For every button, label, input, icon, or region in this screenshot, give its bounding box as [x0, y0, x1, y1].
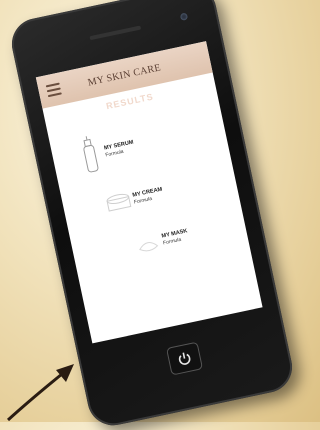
camera-icon	[179, 12, 189, 21]
mask-icon	[129, 221, 166, 264]
arrow-icon	[6, 364, 74, 422]
result-item-serum[interactable]: MY SERUM Formula	[71, 127, 138, 177]
power-icon[interactable]	[165, 341, 204, 376]
phone-speaker	[89, 25, 142, 41]
serum-bottle-icon	[71, 133, 108, 176]
result-item-cream[interactable]: MY CREAM Formula	[100, 174, 167, 224]
phone-screen: MY SKIN CARE RESULTS MY SERUM Formula MY…	[35, 41, 263, 344]
result-item-mask[interactable]: MY MASK Formula	[129, 216, 192, 265]
cream-jar-icon	[100, 180, 137, 223]
